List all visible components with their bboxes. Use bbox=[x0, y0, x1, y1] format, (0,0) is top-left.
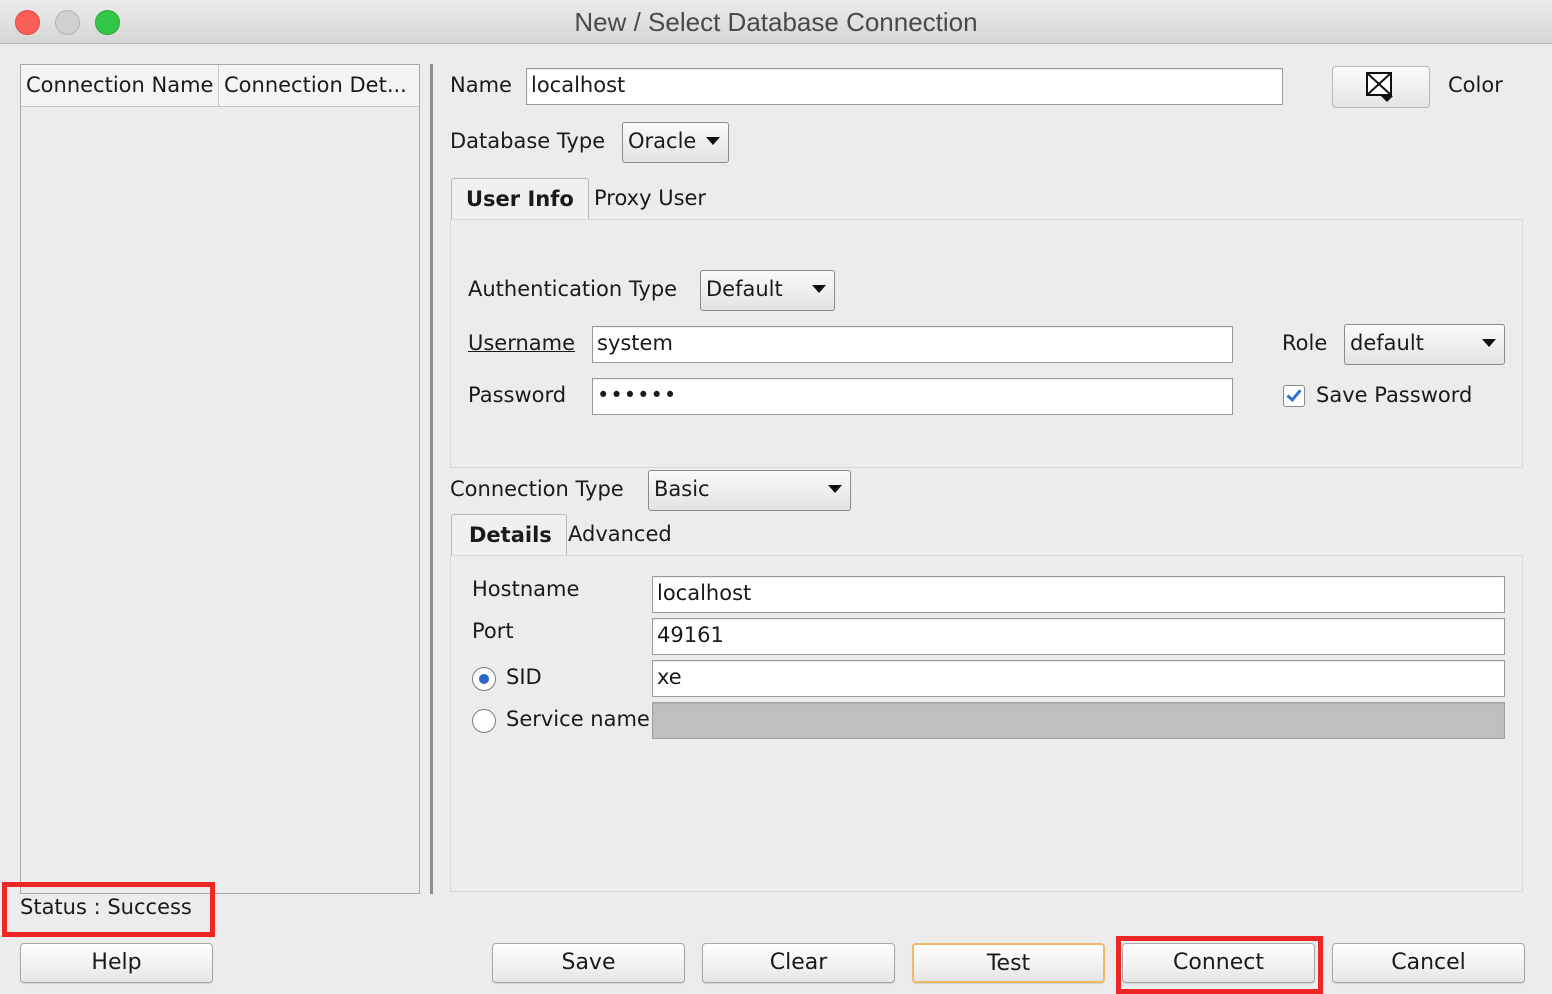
connections-list[interactable]: Connection Name Connection Det... bbox=[20, 64, 420, 894]
status-highlight-box bbox=[2, 882, 215, 937]
save-button[interactable]: Save bbox=[492, 943, 685, 983]
username-label-text: Username bbox=[468, 331, 576, 355]
title-bar: New / Select Database Connection bbox=[0, 0, 1552, 44]
connection-type-label: Connection Type bbox=[450, 477, 624, 501]
service-name-radio[interactable] bbox=[472, 709, 496, 733]
password-field[interactable]: •••••• bbox=[592, 378, 1233, 415]
split-pane-divider[interactable] bbox=[430, 64, 433, 894]
cancel-button[interactable]: Cancel bbox=[1332, 943, 1525, 983]
sid-label: SID bbox=[506, 665, 542, 689]
sid-field[interactable]: xe bbox=[652, 660, 1505, 697]
connection-type-dropdown[interactable]: Basic bbox=[648, 470, 851, 511]
role-label: Role bbox=[1282, 331, 1328, 355]
port-label: Port bbox=[472, 619, 514, 643]
hostname-label: Hostname bbox=[472, 577, 580, 601]
color-swatch-icon bbox=[1366, 72, 1393, 102]
username-label: Username bbox=[468, 331, 575, 355]
name-label: Name bbox=[450, 73, 512, 97]
tab-details[interactable]: Details bbox=[451, 514, 567, 556]
connection-type-value: Basic bbox=[654, 477, 710, 501]
database-type-label: Database Type bbox=[450, 129, 606, 153]
password-label: Password bbox=[468, 383, 567, 407]
hostname-field[interactable]: localhost bbox=[652, 576, 1505, 613]
dropdown-arrow-icon bbox=[828, 485, 842, 493]
dropdown-arrow-icon bbox=[706, 137, 720, 145]
help-button[interactable]: Help bbox=[20, 943, 213, 983]
window-title: New / Select Database Connection bbox=[574, 7, 978, 37]
sid-radio[interactable] bbox=[472, 667, 496, 691]
username-field[interactable]: system bbox=[592, 326, 1233, 363]
save-password-label: Save Password bbox=[1316, 383, 1473, 407]
connections-list-header: Connection Name Connection Det... bbox=[21, 65, 419, 107]
color-label: Color bbox=[1448, 73, 1503, 97]
checkmark-icon bbox=[1286, 386, 1302, 402]
connect-highlight-box bbox=[1116, 936, 1323, 994]
authentication-type-label: Authentication Type bbox=[468, 277, 678, 301]
dropdown-arrow-icon bbox=[812, 285, 826, 293]
role-dropdown[interactable]: default bbox=[1344, 324, 1505, 365]
tab-advanced[interactable]: Advanced bbox=[554, 514, 686, 556]
dropdown-arrow-icon bbox=[1482, 339, 1496, 347]
authentication-type-value: Default bbox=[706, 277, 783, 301]
radio-selected-dot bbox=[479, 674, 489, 684]
service-name-label: Service name bbox=[506, 707, 650, 731]
column-header-connection-details[interactable]: Connection Det... bbox=[219, 65, 419, 106]
save-password-checkbox[interactable] bbox=[1283, 385, 1305, 407]
authentication-type-dropdown[interactable]: Default bbox=[700, 270, 835, 311]
port-field[interactable]: 49161 bbox=[652, 618, 1505, 655]
role-value: default bbox=[1350, 331, 1424, 355]
database-type-dropdown[interactable]: Oracle bbox=[622, 122, 729, 163]
column-header-connection-name[interactable]: Connection Name bbox=[21, 65, 219, 106]
color-picker-button[interactable] bbox=[1332, 66, 1430, 108]
service-name-field bbox=[652, 702, 1505, 739]
tab-proxy-user[interactable]: Proxy User bbox=[580, 178, 720, 220]
tab-user-info[interactable]: User Info bbox=[451, 178, 589, 220]
clear-button[interactable]: Clear bbox=[702, 943, 895, 983]
database-type-value: Oracle bbox=[628, 129, 697, 153]
test-button[interactable]: Test bbox=[912, 943, 1105, 983]
connection-name-field[interactable]: localhost bbox=[526, 68, 1283, 105]
